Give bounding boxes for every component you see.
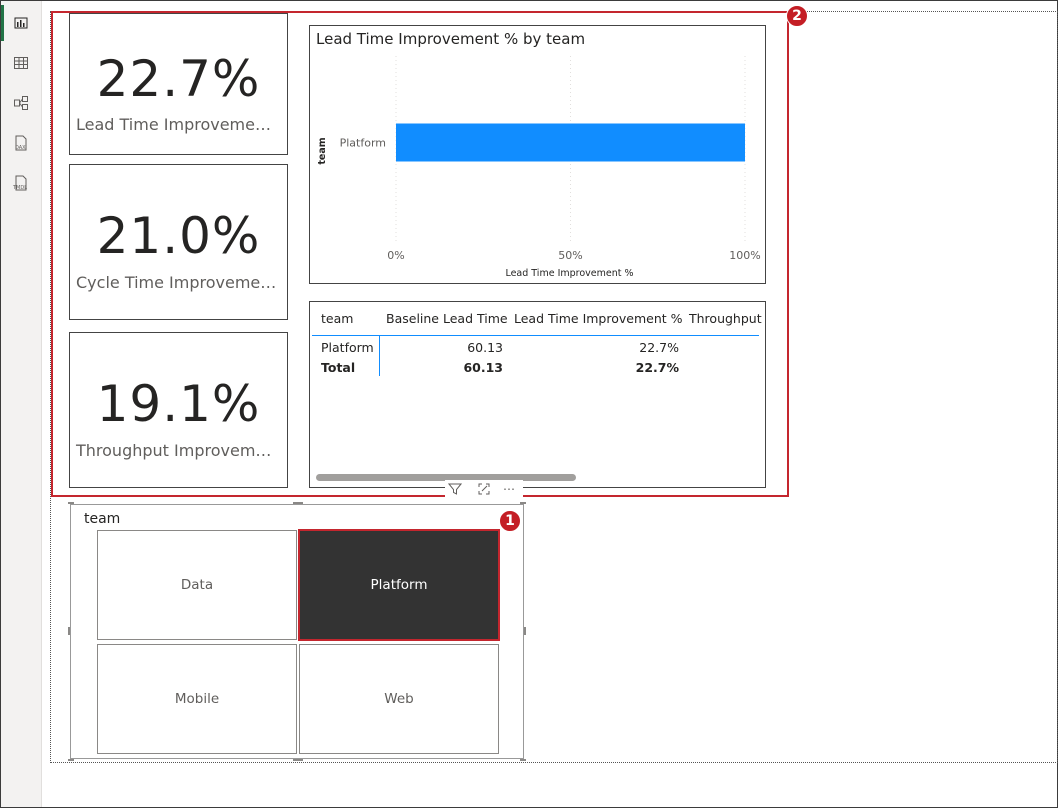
bar-chart-visual[interactable]: Lead Time Improvement % by team 0% 50% 100…: [309, 25, 766, 284]
kpi-label: Lead Time Improvement %: [76, 115, 287, 134]
kpi-value: 22.7%: [96, 50, 261, 108]
x-axis-title: Lead Time Improvement %: [505, 268, 633, 279]
kpi-card-lead-time[interactable]: 22.7% Lead Time Improvement %: [69, 13, 288, 155]
report-view-icon[interactable]: [1, 3, 41, 43]
resize-handle[interactable]: [520, 759, 526, 761]
report-frame: DAX TMDL 2 22.7% Lead Time Improvement %…: [0, 0, 1058, 808]
group-badge: 2: [786, 5, 808, 27]
x-tick-label: 0%: [387, 249, 404, 262]
resize-handle[interactable]: [524, 627, 526, 635]
table-cell-team: Platform: [321, 340, 374, 355]
kpi-value: 19.1%: [96, 375, 261, 433]
kpi-card-cycle-time[interactable]: 21.0% Cycle Time Improvement %: [69, 164, 288, 320]
resize-handle[interactable]: [68, 502, 74, 504]
kpi-card-throughput[interactable]: 19.1% Throughput Improvement...: [69, 332, 288, 488]
table-view-icon[interactable]: [1, 43, 41, 83]
resize-handle[interactable]: [520, 502, 526, 504]
filter-icon[interactable]: [447, 482, 463, 501]
slicer-tile-web[interactable]: Web: [299, 644, 499, 754]
slicer-tile-data[interactable]: Data: [97, 530, 297, 640]
slicer-title: team: [84, 511, 121, 527]
tmdl-view-icon[interactable]: TMDL: [1, 163, 41, 203]
resize-handle[interactable]: [293, 502, 303, 504]
kpi-label: Cycle Time Improvement %: [76, 273, 287, 292]
slicer-tile-platform[interactable]: Platform: [298, 529, 500, 641]
more-options-icon[interactable]: ⋯: [503, 482, 516, 496]
model-view-icon[interactable]: [1, 83, 41, 123]
table-cell-improvement: 22.7%: [639, 340, 679, 355]
table-visual[interactable]: team Baseline Lead Time Lead Time Improv…: [309, 301, 766, 488]
slicer-badge: 1: [499, 510, 521, 532]
table-total-improvement: 22.7%: [635, 360, 679, 375]
column-header-throughput[interactable]: Throughput: [689, 311, 762, 326]
y-axis-title: team: [317, 137, 328, 164]
visual-header-toolbar: ⋯: [445, 480, 523, 498]
svg-text:DAX: DAX: [15, 145, 26, 151]
column-header-lead-time-improvement[interactable]: Lead Time Improvement %: [514, 311, 683, 326]
resize-handle[interactable]: [293, 759, 303, 761]
column-header-team[interactable]: team: [321, 311, 353, 326]
focus-mode-icon[interactable]: [477, 482, 491, 501]
bar-chart-plot: 0% 50% 100% Platform Lead Time Improvement %…: [317, 56, 761, 279]
resize-handle[interactable]: [68, 627, 70, 635]
svg-text:TMDL: TMDL: [12, 185, 27, 191]
team-slicer[interactable]: team Data Platform Mobile Web: [68, 502, 526, 761]
kpi-value: 21.0%: [96, 207, 261, 265]
view-switcher-rail: DAX TMDL: [1, 1, 42, 807]
table-total-baseline: 60.13: [463, 360, 503, 375]
column-divider: [379, 336, 380, 376]
table-total-label: Total: [321, 360, 356, 375]
kpi-label: Throughput Improvement...: [76, 441, 287, 460]
dax-query-view-icon[interactable]: DAX: [1, 123, 41, 163]
x-tick-label: 100%: [729, 249, 760, 262]
table-cell-baseline: 60.13: [467, 340, 503, 355]
slicer-tile-mobile[interactable]: Mobile: [97, 644, 297, 754]
y-category-label: Platform: [340, 137, 386, 150]
bar: [396, 123, 745, 162]
column-header-baseline-lead-time[interactable]: Baseline Lead Time: [386, 311, 508, 326]
x-tick-label: 50%: [558, 249, 582, 262]
resize-handle[interactable]: [68, 759, 74, 761]
